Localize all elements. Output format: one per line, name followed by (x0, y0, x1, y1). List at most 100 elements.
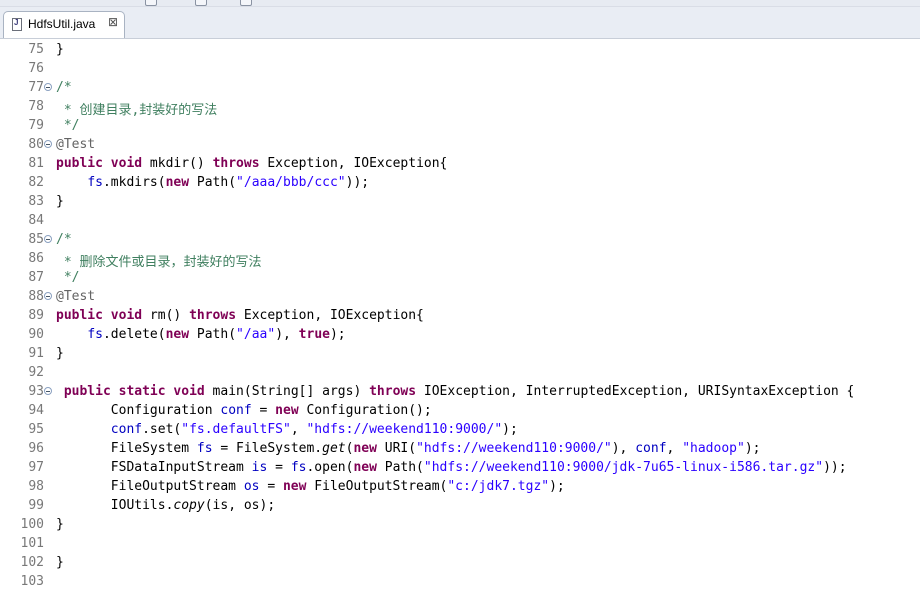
line-number: 101 (20, 536, 44, 551)
line-number: 79 (28, 118, 44, 133)
code-method-italic: copy (173, 498, 205, 513)
code-line[interactable]: 84 (0, 212, 920, 231)
toolbar-icon[interactable] (145, 0, 157, 6)
code-text: } (56, 346, 64, 361)
line-number: 92 (28, 365, 44, 380)
code-annotation: @Test (56, 289, 96, 304)
code-content: /* (56, 80, 72, 95)
code-line[interactable]: 80 @Test (0, 136, 920, 155)
code-text: FileOutputStream( (306, 479, 448, 494)
close-icon[interactable]: ⊠ (108, 15, 118, 29)
code-line[interactable]: 94 Configuration conf = new Configuratio… (0, 402, 920, 421)
code-line[interactable]: 91} (0, 345, 920, 364)
code-keyword: new (353, 441, 377, 456)
editor-tab-hdfsutil[interactable]: HdfsUtil.java ⊠ (3, 11, 125, 38)
code-text: } (56, 555, 64, 570)
code-line[interactable]: 92 (0, 364, 920, 383)
fold-toggle-icon[interactable] (44, 83, 52, 91)
code-keyword: new (165, 175, 190, 190)
code-text: ), (611, 441, 636, 456)
code-line[interactable]: 85 /* (0, 231, 920, 250)
code-content: } (56, 194, 64, 209)
code-content: public static void main(String[] args) t… (56, 384, 855, 399)
fold-toggle-icon[interactable] (44, 387, 52, 395)
toolbar-icon[interactable] (195, 0, 207, 6)
code-text: IOException, InterruptedException, URISy… (416, 384, 855, 399)
code-text: mkdir() (142, 156, 213, 171)
code-comment: * 创建目录,封装好的写法 (56, 103, 218, 118)
fold-toggle-icon[interactable] (44, 140, 52, 148)
code-line[interactable]: 75} (0, 41, 920, 60)
code-content: fs.mkdirs(new Path("/aaa/bbb/ccc")); (56, 175, 369, 190)
code-text: )); (345, 175, 370, 190)
code-string: "hadoop" (682, 441, 745, 456)
code-string: "fs.defaultFS" (181, 422, 291, 437)
code-line[interactable]: 82 fs.mkdirs(new Path("/aaa/bbb/ccc")); (0, 174, 920, 193)
code-text: IOUtils. (56, 498, 174, 513)
line-number: 81 (28, 156, 44, 171)
fold-toggle-icon[interactable] (44, 235, 52, 243)
code-keyword: true (298, 327, 330, 342)
code-text: .delete( (102, 327, 166, 342)
code-field: fs (87, 327, 103, 342)
code-line[interactable]: 86 * 删除文件或目录，封装好的写法 (0, 250, 920, 270)
code-line[interactable]: 89 public void rm() throws Exception, IOE… (0, 307, 920, 326)
line-number: 88 (28, 289, 44, 304)
line-number: 75 (28, 42, 44, 57)
code-line[interactable]: 98 FileOutputStream os = new FileOutputS… (0, 478, 920, 497)
code-text: Path( (189, 175, 237, 190)
code-line[interactable]: 78 * 创建目录,封装好的写法 (0, 98, 920, 118)
code-content: public void mkdir() throws Exception, IO… (56, 156, 447, 171)
code-method-italic: get (322, 441, 346, 456)
code-content: } (56, 555, 64, 570)
toolbar-icon[interactable] (240, 0, 252, 6)
code-line[interactable]: 99 IOUtils.copy(is, os); (0, 497, 920, 516)
code-line[interactable]: 76 (0, 60, 920, 79)
code-line[interactable]: 96 FileSystem fs = FileSystem.get(new UR… (0, 440, 920, 459)
fold-toggle-icon[interactable] (44, 292, 52, 300)
code-line[interactable]: 77 /* (0, 79, 920, 98)
code-text: .set( (142, 422, 182, 437)
code-line[interactable]: 93 public static void main(String[] args… (0, 383, 920, 402)
java-file-icon (12, 18, 22, 31)
code-line[interactable]: 83} (0, 193, 920, 212)
code-string: "hdfs://weekend110:9000/" (416, 441, 612, 456)
line-number: 82 (28, 175, 44, 190)
line-number: 78 (28, 99, 44, 114)
code-string: "hdfs://weekend110:9000/" (306, 422, 503, 437)
code-keyword: static (118, 384, 166, 399)
code-line[interactable]: 88 @Test (0, 288, 920, 307)
code-editor[interactable]: 75} 76 77/* 78 * 创建目录,封装好的写法 79 */80 @Test 81 p… (0, 39, 920, 591)
code-line[interactable]: 101 (0, 535, 920, 554)
line-number: 102 (20, 555, 44, 570)
code-text: FSDataInputStream (56, 460, 252, 475)
code-comment: */ (56, 118, 80, 133)
code-line[interactable]: 103 (0, 573, 920, 592)
code-line[interactable]: 81 public void mkdir() throws Exception, … (0, 155, 920, 174)
code-line[interactable]: 97 FSDataInputStream is = fs.open(new Pa… (0, 459, 920, 478)
code-string: "/aa" (236, 327, 276, 342)
code-line[interactable]: 102} (0, 554, 920, 573)
editor-tab-bar: HdfsUtil.java ⊠ (0, 7, 920, 39)
code-text: Path( (189, 327, 237, 342)
code-content: * 删除文件或目录，封装好的写法 (56, 251, 262, 270)
code-comment: * 删除文件或目录，封装好的写法 (56, 255, 262, 270)
code-content: fs.delete(new Path("/aa"), true); (56, 327, 345, 342)
code-line[interactable]: 87 */ (0, 269, 920, 288)
code-line[interactable]: 90 fs.delete(new Path("/aa"), true); (0, 326, 920, 345)
code-line[interactable]: 95 conf.set("fs.defaultFS", "hdfs://week… (0, 421, 920, 440)
code-keyword: public (63, 384, 111, 399)
line-number: 97 (28, 460, 44, 475)
code-line[interactable]: 100} (0, 516, 920, 535)
code-line[interactable]: 79 */ (0, 117, 920, 136)
code-keyword: throws (212, 156, 260, 171)
code-content: * 创建目录,封装好的写法 (56, 99, 218, 118)
code-keyword: new (282, 479, 307, 494)
toolbar-strip (0, 0, 920, 7)
code-text: } (56, 42, 64, 57)
code-text: ); (549, 479, 565, 494)
code-string: "/aaa/bbb/ccc" (236, 175, 346, 190)
